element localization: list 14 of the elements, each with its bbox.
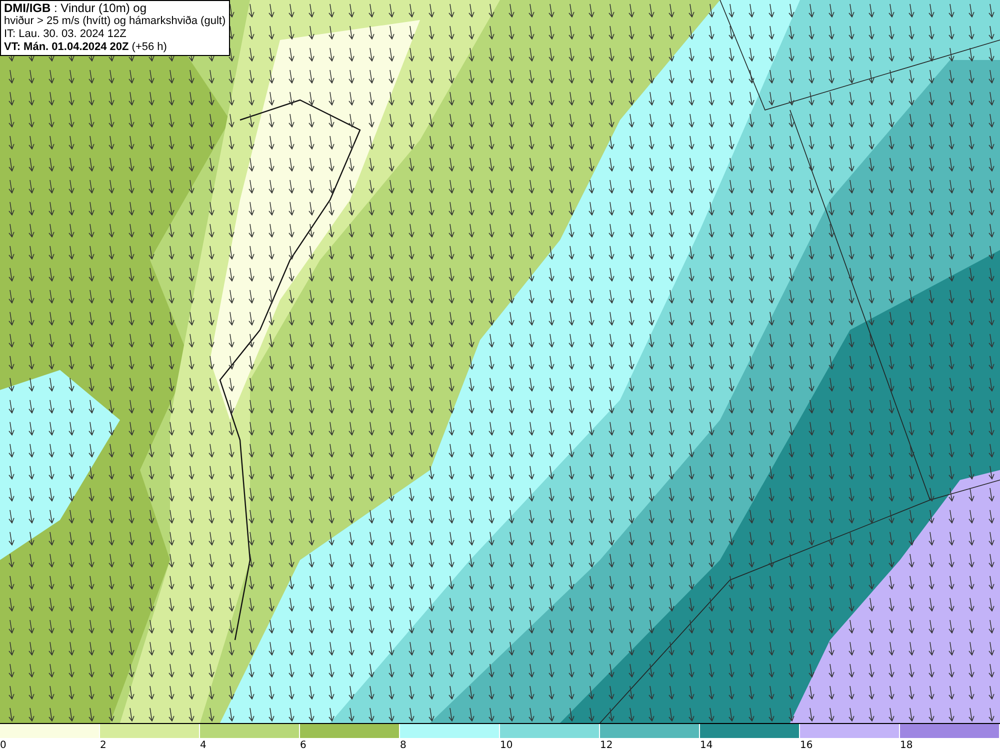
scale-label: 4 [200, 740, 206, 751]
scale-label: 16 [800, 740, 813, 751]
scale-label: 12 [600, 740, 613, 751]
scale-label: 10 [500, 740, 513, 751]
scale-label: 2 [100, 740, 106, 751]
scale-label: 18 [900, 740, 913, 751]
scale-label: 8 [400, 740, 406, 751]
scale-label: 0 [0, 740, 6, 751]
title-line: IT: Lau. 30. 03. 2024 12Z [4, 28, 126, 41]
scale-label: 6 [300, 740, 306, 751]
scale-label: 14 [700, 740, 713, 751]
title-line: VT: Mán. 01.04.2024 20Z (+56 h) [4, 41, 167, 54]
title-line: DMI/IGB : Vindur (10m) og [4, 2, 146, 15]
title-line: hviður > 25 m/s (hvítt) og hámarkshviða (gult) [4, 15, 226, 28]
